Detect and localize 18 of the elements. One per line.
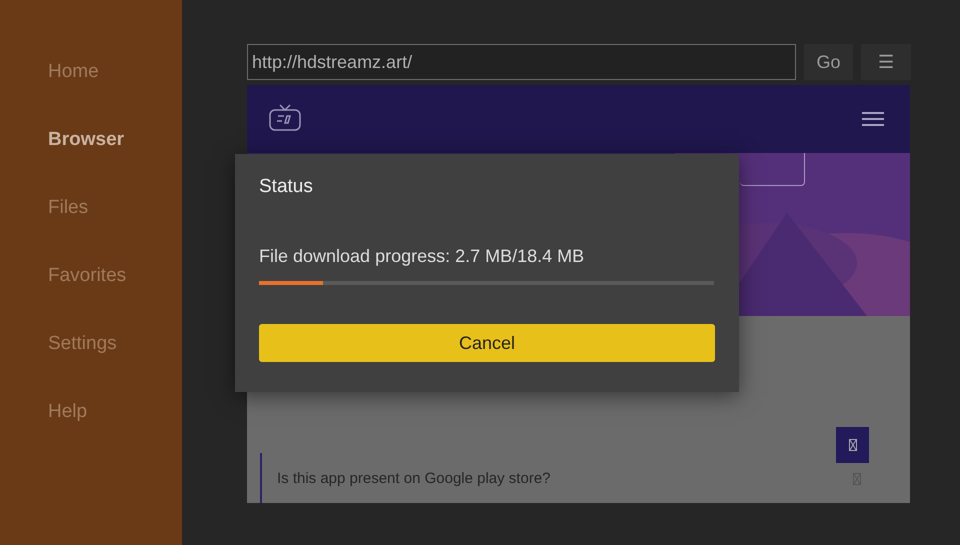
progress-message: File download progress: 2.7 MB/18.4 MB <box>259 246 584 267</box>
url-field[interactable]: http://hdstreamz.art/ <box>247 44 796 80</box>
go-button[interactable]: Go <box>804 44 853 80</box>
sidebar-item[interactable]: Files <box>0 193 182 261</box>
menu-icon[interactable] <box>862 111 884 127</box>
sidebar-item[interactable]: Favorites <box>0 261 182 329</box>
sidebar-item[interactable]: Help <box>0 397 182 465</box>
missing-glyph-icon <box>848 439 856 451</box>
tv-logo-icon[interactable] <box>269 104 301 134</box>
menu-button[interactable]: ☰ <box>861 44 911 80</box>
outline-button[interactable] <box>740 153 805 186</box>
expand-button[interactable] <box>836 427 869 463</box>
cancel-button[interactable]: Cancel <box>259 324 715 362</box>
sidebar-item[interactable]: Home <box>0 57 182 125</box>
faq-question[interactable]: Is this app present on Google play store? <box>277 470 551 486</box>
dialog-title: Status <box>259 176 313 198</box>
sidebar-item[interactable]: Browser <box>0 125 182 193</box>
sidebar-item[interactable]: Settings <box>0 329 182 397</box>
